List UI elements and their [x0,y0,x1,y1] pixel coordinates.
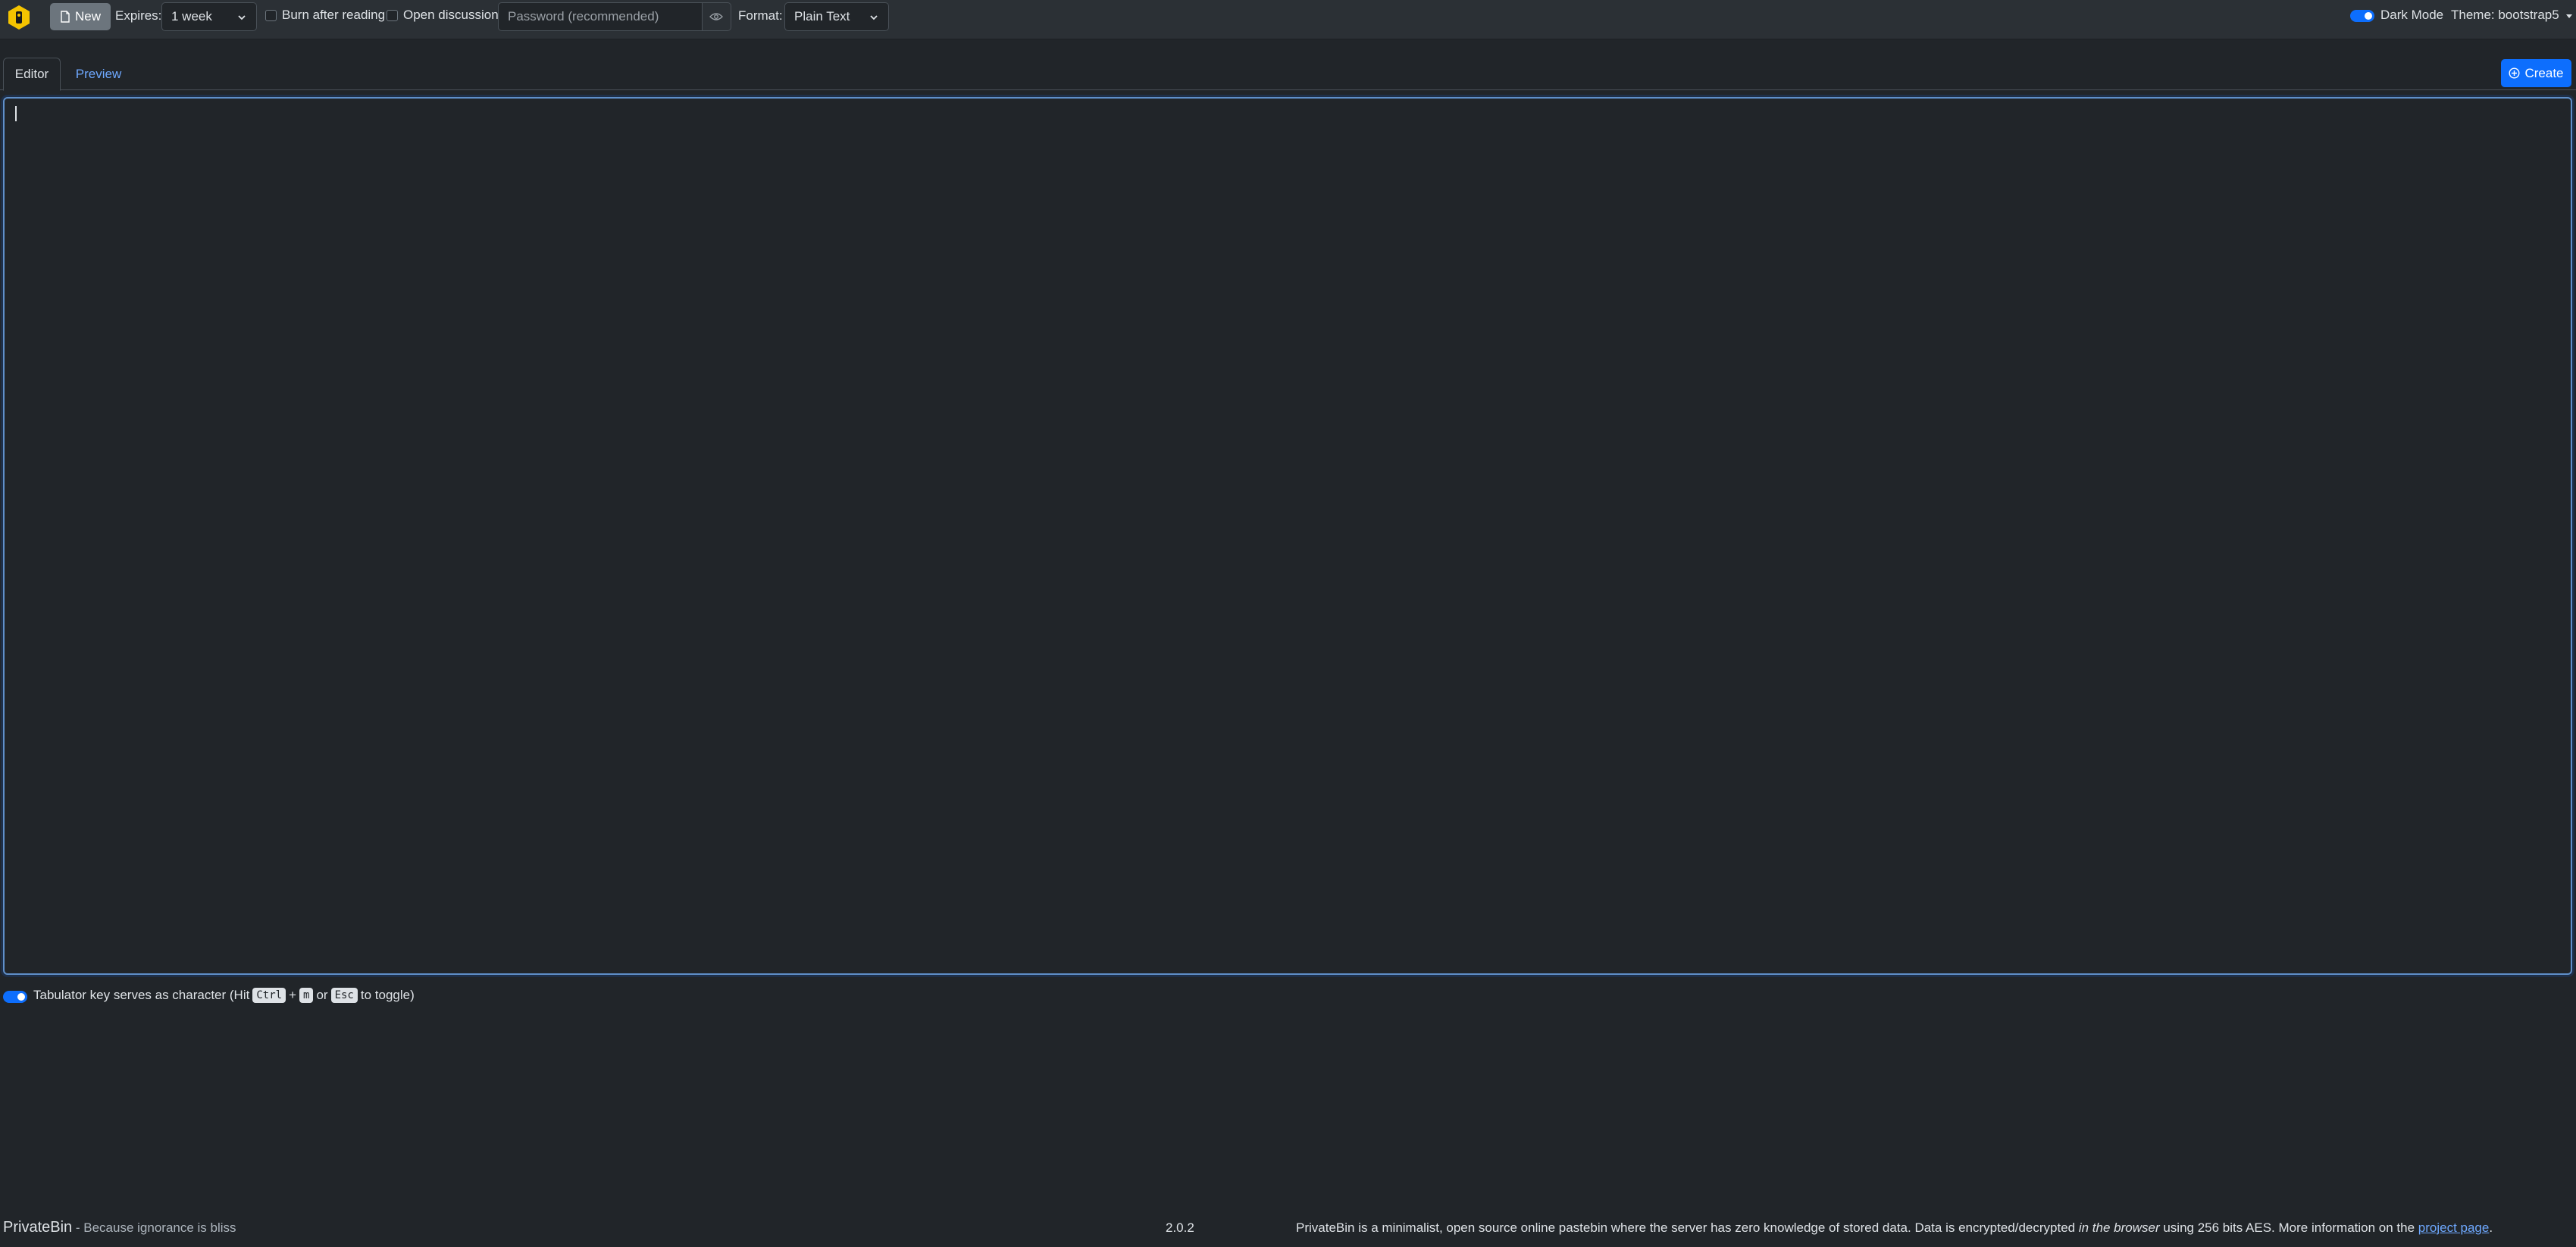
format-value: Plain Text [794,9,850,23]
tab-editor[interactable]: Editor [3,58,61,91]
password-input[interactable] [498,2,703,31]
top-navbar: New Expires: 1 week Burn after reading O… [0,0,2576,39]
footer: PrivateBin - Because ignorance is bliss … [0,1213,2576,1240]
project-page-link[interactable]: project page [2418,1220,2490,1235]
footer-slogan: - Because ignorance is bliss [72,1220,236,1235]
privatebin-logo-icon[interactable] [6,5,32,30]
kbd-ctrl: Ctrl [252,988,286,1003]
open-discussion-checkbox[interactable] [387,10,398,21]
plus-circle-icon [2509,67,2520,79]
chevron-down-icon [870,15,878,20]
expires-value: 1 week [171,9,212,23]
file-icon [61,11,70,23]
tab-key-hint: Tabulator key serves as character (Hit C… [33,988,415,1003]
burn-after-reading-checkbox[interactable] [265,10,277,21]
kbd-m: m [299,988,314,1003]
new-button-label: New [74,9,101,23]
burn-after-reading-label[interactable]: Burn after reading [282,8,385,23]
footer-info: PrivateBin is a minimalist, open source … [1296,1220,2493,1236]
text-caret [15,106,17,121]
dark-mode-toggle[interactable] [2350,10,2374,22]
caret-down-icon [2566,14,2573,18]
footer-app-name: PrivateBin [3,1219,73,1236]
chevron-down-icon [238,15,246,20]
kbd-esc: Esc [330,988,358,1003]
footer-brand: PrivateBin - Because ignorance is bliss [3,1219,236,1236]
hint-prefix: Tabulator key serves as character (Hit [33,988,250,1002]
format-select[interactable]: Plain Text [784,2,889,31]
theme-dropdown[interactable]: Theme: bootstrap5 [2451,8,2573,23]
tab-editor-label: Editor [14,67,49,81]
editor-tabs: Editor Preview [0,58,2576,92]
footer-info-emphasis: in the browser [2078,1220,2160,1235]
footer-info-text-2: using 256 bits AES. More information on … [2159,1220,2418,1235]
theme-label: Theme: bootstrap5 [2451,8,2559,22]
footer-info-end: . [2489,1220,2493,1235]
hint-or: or [316,988,328,1002]
tab-preview-label: Preview [75,67,122,81]
show-password-button[interactable] [701,2,731,31]
footer-version: 2.0.2 [1166,1220,1194,1235]
tab-character-toggle[interactable] [3,991,27,1003]
expires-label: Expires: [115,8,162,23]
hint-plus: + [289,988,296,1002]
dark-mode-label: Dark Mode [2380,8,2444,22]
hint-suffix: to toggle) [360,988,415,1002]
expires-select[interactable]: 1 week [161,2,257,31]
create-button[interactable]: Create [2501,59,2571,87]
footer-info-text: PrivateBin is a minimalist, open source … [1296,1220,2079,1235]
tab-divider [0,89,2576,90]
format-label: Format: [738,8,783,23]
new-paste-button[interactable]: New [50,3,111,30]
open-discussion-label[interactable]: Open discussion [403,8,499,23]
tab-preview[interactable]: Preview [68,58,129,91]
paste-editor-textarea[interactable] [3,97,2572,975]
create-button-label: Create [2524,65,2564,80]
eye-icon [709,13,723,20]
